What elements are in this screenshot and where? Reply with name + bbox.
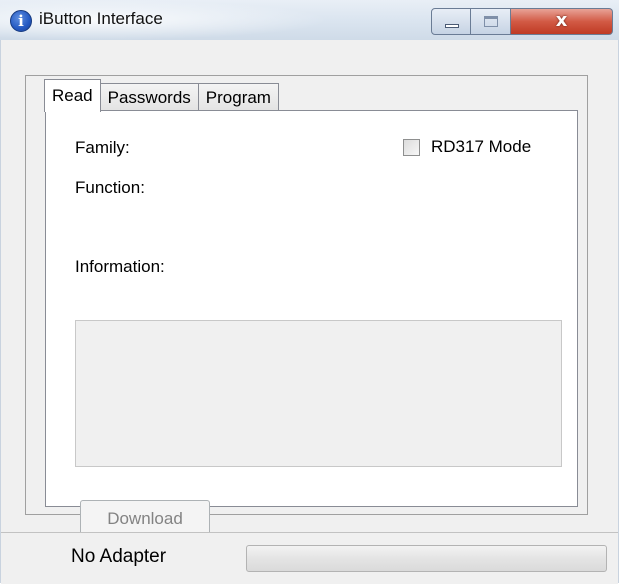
family-label: Family: — [75, 138, 130, 157]
read-tab-page: Family: Function: RD317 Mode Information… — [45, 110, 578, 538]
rd317-mode-label[interactable]: RD317 Mode — [431, 137, 531, 157]
tab-read[interactable]: Read — [44, 79, 101, 112]
title-bar[interactable]: i iButton Interface x — [0, 0, 619, 40]
status-text: No Adapter — [71, 546, 167, 567]
tab-program[interactable]: Program — [197, 83, 279, 111]
maximize-button[interactable] — [471, 8, 511, 35]
app-window: i iButton Interface x Read Passwords Pro… — [0, 0, 619, 584]
tab-strip: Read Passwords Program — [44, 79, 279, 112]
information-label: Information: — [75, 257, 165, 276]
information-textbox[interactable] — [75, 320, 562, 467]
tab-passwords[interactable]: Passwords — [99, 83, 199, 111]
minimize-icon — [445, 24, 459, 28]
function-label: Function: — [75, 178, 145, 197]
minimize-button[interactable] — [431, 8, 471, 35]
window-title: iButton Interface — [39, 9, 163, 28]
rd317-mode-checkbox[interactable] — [403, 139, 420, 156]
progress-bar — [246, 545, 607, 572]
close-button[interactable]: x — [511, 8, 613, 35]
caption-buttons: x — [431, 8, 613, 35]
close-icon: x — [555, 10, 568, 31]
status-bar: No Adapter — [1, 532, 618, 584]
client-area: Read Passwords Program Family: Function:… — [0, 40, 619, 584]
info-icon[interactable]: i — [10, 10, 32, 32]
maximize-icon — [484, 16, 498, 27]
